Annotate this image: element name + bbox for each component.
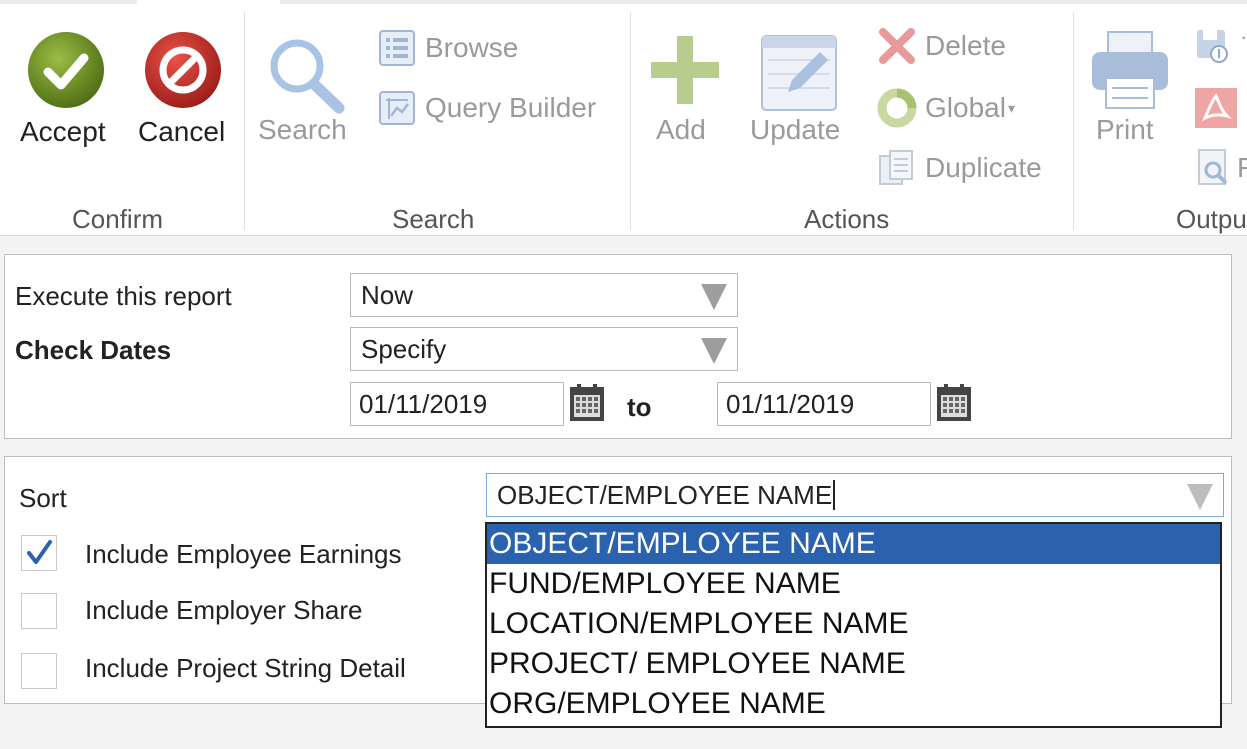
- ribbon-toolbar: Accept Cancel Confirm Search Browse Quer…: [0, 0, 1247, 236]
- cancel-label: Cancel: [138, 116, 226, 147]
- output-ellipsis: ·: [1240, 24, 1247, 49]
- duplicate-button[interactable]: Duplicate: [877, 148, 1042, 188]
- ribbon-tab-strip: [0, 0, 1247, 4]
- sort-label: Sort: [19, 483, 67, 513]
- preview-label: F: [1237, 152, 1247, 183]
- sort-dropdown-list: OBJECT/EMPLOYEE NAME FUND/EMPLOYEE NAME …: [485, 522, 1222, 728]
- dropdown-arrow-icon: [701, 284, 727, 310]
- browse-button[interactable]: Browse: [377, 28, 518, 68]
- sort-option[interactable]: ORG/EMPLOYEE NAME: [487, 684, 1220, 724]
- date-to-value: 01/11/2019: [726, 389, 855, 419]
- add-button[interactable]: Add: [640, 28, 730, 158]
- checkmark-icon: [28, 32, 104, 108]
- dropdown-arrow-icon: [701, 338, 727, 364]
- global-icon: [877, 88, 917, 128]
- group-label-search: Search: [392, 204, 475, 234]
- include-employer-share-checkbox[interactable]: [21, 593, 57, 629]
- print-button[interactable]: Print: [1086, 28, 1176, 158]
- update-icon: [761, 35, 837, 111]
- execute-report-value: Now: [361, 280, 414, 310]
- dropdown-arrow-icon: [1187, 484, 1213, 510]
- group-label-confirm: Confirm: [72, 204, 164, 234]
- date-from-value: 01/11/2019: [359, 389, 488, 419]
- accept-button[interactable]: Accept: [14, 28, 118, 158]
- include-employee-earnings-label: Include Employee Earnings: [85, 539, 402, 569]
- sort-option[interactable]: OBJECT/EMPLOYEE NAME: [487, 524, 1220, 564]
- search-icon: [270, 39, 345, 114]
- add-icon: [651, 36, 719, 104]
- sort-select[interactable]: OBJECT/EMPLOYEE NAME: [486, 473, 1224, 517]
- print-label: Print: [1096, 114, 1154, 145]
- browse-icon: [379, 30, 415, 66]
- global-button[interactable]: Global ▾: [877, 88, 1015, 128]
- duplicate-label: Duplicate: [925, 152, 1042, 183]
- export-icon[interactable]: [1195, 28, 1231, 64]
- search-label: Search: [258, 114, 347, 145]
- check-dates-label: Check Dates: [15, 335, 172, 365]
- sort-option[interactable]: FUND/EMPLOYEE NAME: [487, 564, 1220, 604]
- global-label: Global: [925, 92, 1006, 123]
- sort-value: OBJECT/EMPLOYEE NAME: [497, 480, 833, 510]
- check-dates-select[interactable]: Specify: [350, 327, 738, 371]
- checkmark-icon: [27, 540, 52, 564]
- browse-label: Browse: [425, 32, 519, 63]
- query-builder-button[interactable]: Query Builder: [377, 88, 596, 128]
- include-project-string-detail-label: Include Project String Detail: [85, 653, 406, 683]
- group-divider: [630, 12, 631, 230]
- update-button[interactable]: Update: [746, 28, 856, 158]
- query-builder-label: Query Builder: [425, 92, 597, 123]
- calendar-icon[interactable]: [569, 384, 605, 422]
- include-project-string-detail-checkbox[interactable]: [21, 653, 57, 689]
- include-employer-share-label: Include Employer Share: [85, 595, 363, 625]
- update-label: Update: [750, 114, 841, 145]
- include-employee-earnings-checkbox[interactable]: [21, 535, 57, 571]
- text-cursor: [833, 480, 836, 510]
- query-builder-icon: [379, 91, 415, 125]
- search-button[interactable]: Search: [254, 28, 354, 158]
- calendar-icon[interactable]: [936, 384, 972, 422]
- date-from-input[interactable]: 01/11/2019: [350, 382, 564, 426]
- pdf-icon[interactable]: [1195, 88, 1237, 128]
- group-label-actions: Actions: [804, 204, 890, 234]
- report-options-panel: Execute this report Now Check Dates Spec…: [4, 254, 1232, 439]
- preview-button[interactable]: F: [1197, 148, 1247, 188]
- execute-report-select[interactable]: Now: [350, 273, 738, 317]
- date-to-input[interactable]: 01/11/2019: [717, 382, 931, 426]
- group-divider: [1073, 12, 1074, 230]
- group-label-output: Outpu: [1176, 204, 1247, 234]
- group-divider: [244, 12, 245, 230]
- sort-option[interactable]: LOCATION/EMPLOYEE NAME: [487, 604, 1220, 644]
- to-label: to: [627, 392, 652, 422]
- duplicate-icon: [879, 150, 913, 185]
- sort-option[interactable]: PROJECT/ EMPLOYEE NAME: [487, 644, 1220, 684]
- execute-report-label: Execute this report: [15, 281, 232, 311]
- cancel-button[interactable]: Cancel: [134, 28, 238, 158]
- add-label: Add: [656, 114, 706, 145]
- chevron-down-icon: ▾: [1007, 99, 1015, 116]
- delete-label: Delete: [925, 30, 1006, 61]
- delete-button[interactable]: Delete: [877, 26, 1006, 66]
- print-icon: [1092, 31, 1168, 109]
- cancel-icon: [145, 32, 221, 108]
- check-dates-value: Specify: [361, 334, 447, 364]
- accept-label: Accept: [20, 116, 106, 147]
- preview-icon: [1198, 149, 1228, 185]
- delete-icon: [879, 28, 915, 64]
